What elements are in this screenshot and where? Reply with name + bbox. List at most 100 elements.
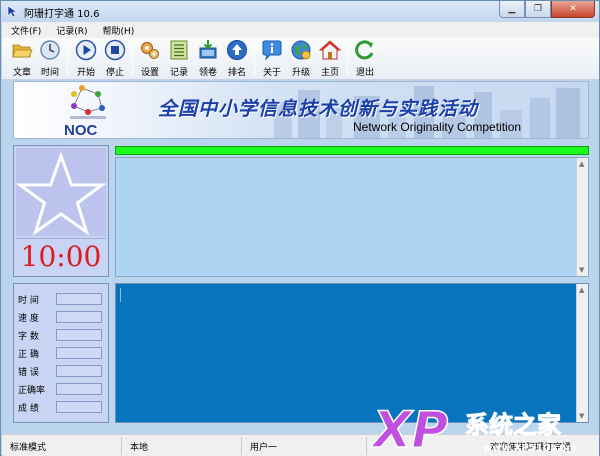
stat-value-time: [56, 293, 102, 305]
window-controls: ▁ ❐ ✕: [499, 1, 595, 19]
upgrade-label: 升级: [291, 68, 310, 78]
scroll-up-icon[interactable]: ▲: [579, 160, 584, 168]
star-display: [15, 148, 107, 236]
banner-subtitle: Network Originality Competition: [353, 120, 522, 134]
upgrade-button[interactable]: 升级: [286, 39, 316, 79]
get-paper-label: 领卷: [198, 68, 217, 78]
list-icon: [170, 40, 188, 60]
banner-title: 全国中小学信息技术创新与实践活动: [158, 98, 479, 120]
ranking-button[interactable]: 排名: [222, 39, 252, 79]
toolbar-separator: [132, 42, 133, 76]
exit-icon: [355, 40, 374, 60]
stat-value-speed: [56, 311, 102, 323]
stat-value-char-count: [56, 329, 102, 341]
folder-open-icon: [12, 44, 33, 58]
stop-icon: [104, 39, 126, 61]
status-mode: 标准模式: [2, 437, 122, 455]
site-watermark-logo: XP 系统之家 www.XP510.com: [371, 400, 577, 456]
minimize-icon: ▁: [508, 4, 516, 14]
stat-label-errors: 错 误: [18, 367, 39, 378]
stat-value-correct: [56, 347, 102, 359]
menu-help[interactable]: 帮助(H): [93, 22, 140, 38]
close-button[interactable]: ✕: [551, 1, 595, 18]
about-button[interactable]: 关于: [257, 39, 287, 79]
source-text-scrollbar[interactable]: ▲ ▼: [576, 158, 588, 276]
svg-text:XP: XP: [371, 401, 448, 456]
stop-button[interactable]: 停止: [100, 39, 130, 79]
menu-record[interactable]: 记录(R): [47, 22, 93, 38]
restore-icon: ❐: [533, 4, 543, 14]
typing-progress-bar: [115, 146, 589, 155]
start-button[interactable]: 开始: [71, 39, 101, 79]
article-label: 文章: [12, 68, 31, 78]
noc-logo-text: NOC: [64, 122, 98, 139]
stat-label-char-count: 字 数: [18, 331, 39, 342]
toolbar-separator: [67, 42, 68, 76]
stat-row-correct: 正 确: [18, 346, 102, 360]
record-button[interactable]: 记录: [164, 39, 194, 79]
menu-file[interactable]: 文件(F): [2, 22, 47, 38]
toolbar: 文章 时间 开始 停止 设置 记录 领卷 排名 关于 升级 主页 退出: [2, 38, 599, 80]
app-window: 阿珊打字通 10.6 ▁ ❐ ✕ 文件(F) 记录(R) 帮助(H) 文章 时间: [0, 0, 600, 456]
scroll-up-icon[interactable]: ▲: [579, 286, 584, 294]
stat-row-speed: 速 度: [18, 310, 102, 324]
stat-label-score: 成 绩: [18, 403, 39, 414]
maximize-button[interactable]: ❐: [525, 1, 551, 18]
start-label: 开始: [76, 68, 95, 78]
about-label: 关于: [262, 68, 281, 78]
window-title: 阿珊打字通 10.6: [24, 9, 100, 20]
noc-banner: NOC 全国中小学信息技术创新与实践活动 Network Originality…: [13, 81, 589, 139]
stat-row-time: 时 间: [18, 292, 102, 306]
minimize-button[interactable]: ▁: [499, 1, 525, 18]
stop-label: 停止: [105, 68, 124, 78]
exit-button[interactable]: 退出: [350, 39, 380, 79]
text-caret: [120, 288, 121, 302]
gears-icon: [141, 42, 159, 59]
clock-icon: [40, 40, 60, 60]
time-button[interactable]: 时间: [35, 39, 65, 79]
close-icon: ✕: [569, 4, 577, 14]
stat-value-errors: [56, 365, 102, 377]
homepage-label: 主页: [320, 68, 339, 78]
watermark-site: www.XP510.com: [483, 443, 577, 454]
cursor-arrow-icon: [7, 5, 18, 18]
scroll-down-icon[interactable]: ▼: [579, 266, 584, 274]
toolbar-separator: [254, 42, 255, 76]
menu-bar: 文件(F) 记录(R) 帮助(H): [2, 22, 599, 38]
up-arrow-icon: [227, 40, 247, 60]
stat-value-accuracy: [56, 383, 102, 395]
stats-panel: 时 间 速 度 字 数 正 确 错 误 正确率 成 绩: [13, 283, 109, 423]
article-button[interactable]: 文章: [7, 39, 37, 79]
status-user: 用户一: [242, 437, 367, 455]
home-icon: [319, 40, 341, 60]
countdown-timer: 10:00: [16, 238, 106, 274]
watermark-text: 系统之家: [465, 411, 561, 439]
timer-panel: 10:00: [13, 145, 109, 277]
stat-value-score: [56, 401, 102, 413]
homepage-button[interactable]: 主页: [315, 39, 345, 79]
settings-label: 设置: [140, 68, 159, 78]
stat-row-accuracy: 正确率: [18, 382, 102, 396]
status-location: 本地: [122, 437, 242, 455]
get-paper-button[interactable]: 领卷: [193, 39, 223, 79]
toolbar-separator: [347, 42, 348, 76]
stat-row-char-count: 字 数: [18, 328, 102, 342]
ranking-label: 排名: [227, 68, 246, 78]
exit-label: 退出: [355, 68, 374, 78]
globe-icon: [291, 40, 311, 60]
stat-label-correct: 正 确: [18, 349, 39, 360]
title-bar[interactable]: 阿珊打字通 10.6 ▁ ❐ ✕: [1, 1, 599, 22]
stat-label-speed: 速 度: [18, 313, 39, 324]
stat-label-time: 时 间: [18, 295, 39, 306]
stat-label-accuracy: 正确率: [18, 385, 46, 396]
star-icon: [15, 151, 107, 236]
record-label: 记录: [169, 68, 188, 78]
stat-row-errors: 错 误: [18, 364, 102, 378]
source-text-area[interactable]: ▲ ▼: [115, 157, 589, 277]
download-icon: [199, 40, 217, 59]
stat-row-score: 成 绩: [18, 400, 102, 414]
info-icon: [262, 40, 282, 61]
settings-button[interactable]: 设置: [135, 39, 165, 79]
time-label: 时间: [40, 68, 59, 78]
play-icon: [75, 39, 97, 61]
